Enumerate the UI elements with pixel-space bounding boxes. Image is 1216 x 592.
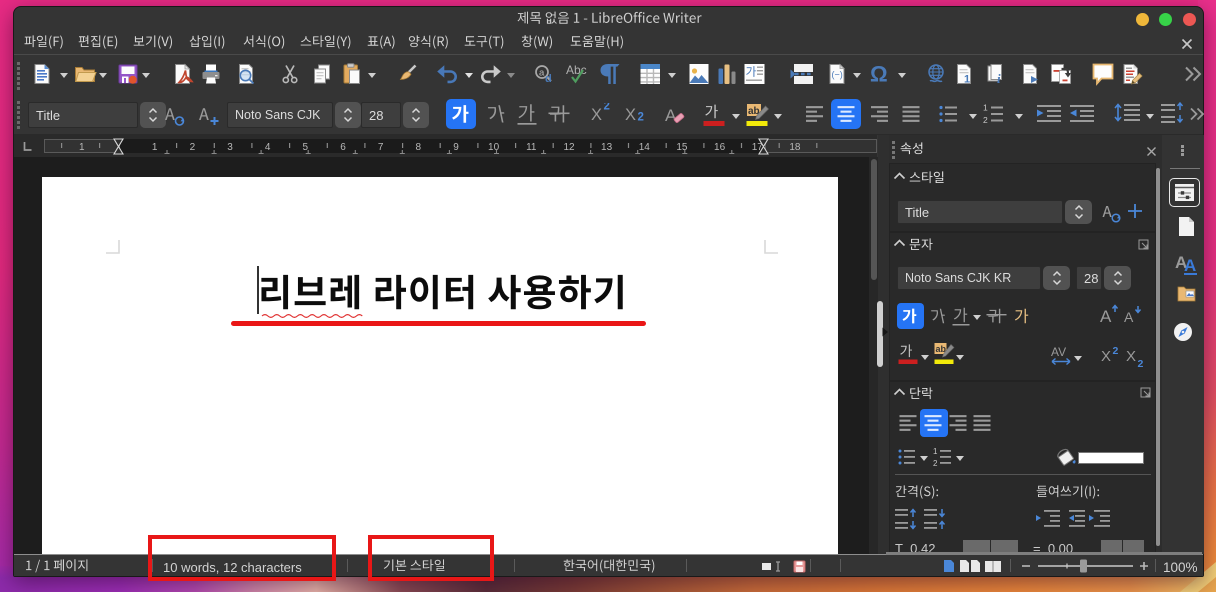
svg-text:2: 2 <box>1138 358 1144 369</box>
svg-text:9: 9 <box>453 142 459 153</box>
svg-text:14: 14 <box>639 142 651 153</box>
svg-text:A: A <box>1124 309 1134 325</box>
svg-text:2: 2 <box>983 115 988 125</box>
svg-text:18: 18 <box>789 142 801 153</box>
svg-text:1: 1 <box>964 74 970 86</box>
svg-text:1: 1 <box>983 103 988 113</box>
svg-text:13: 13 <box>601 142 613 153</box>
svg-text:X: X <box>1126 348 1136 365</box>
svg-text:11: 11 <box>526 142 537 153</box>
svg-text:AV: AV <box>1051 345 1066 359</box>
svg-text:1: 1 <box>933 447 938 456</box>
svg-text:2: 2 <box>933 459 938 468</box>
svg-text:X: X <box>1101 348 1111 365</box>
svg-text:A: A <box>1184 256 1196 275</box>
svg-text:8: 8 <box>416 142 422 153</box>
svg-text:2: 2 <box>1113 345 1119 357</box>
svg-text:A: A <box>1100 307 1112 326</box>
svg-text:15: 15 <box>676 142 688 153</box>
svg-text:i: i <box>997 71 1001 86</box>
svg-text:12: 12 <box>563 142 575 153</box>
svg-text:16: 16 <box>714 142 726 153</box>
svg-text:10: 10 <box>488 142 500 153</box>
